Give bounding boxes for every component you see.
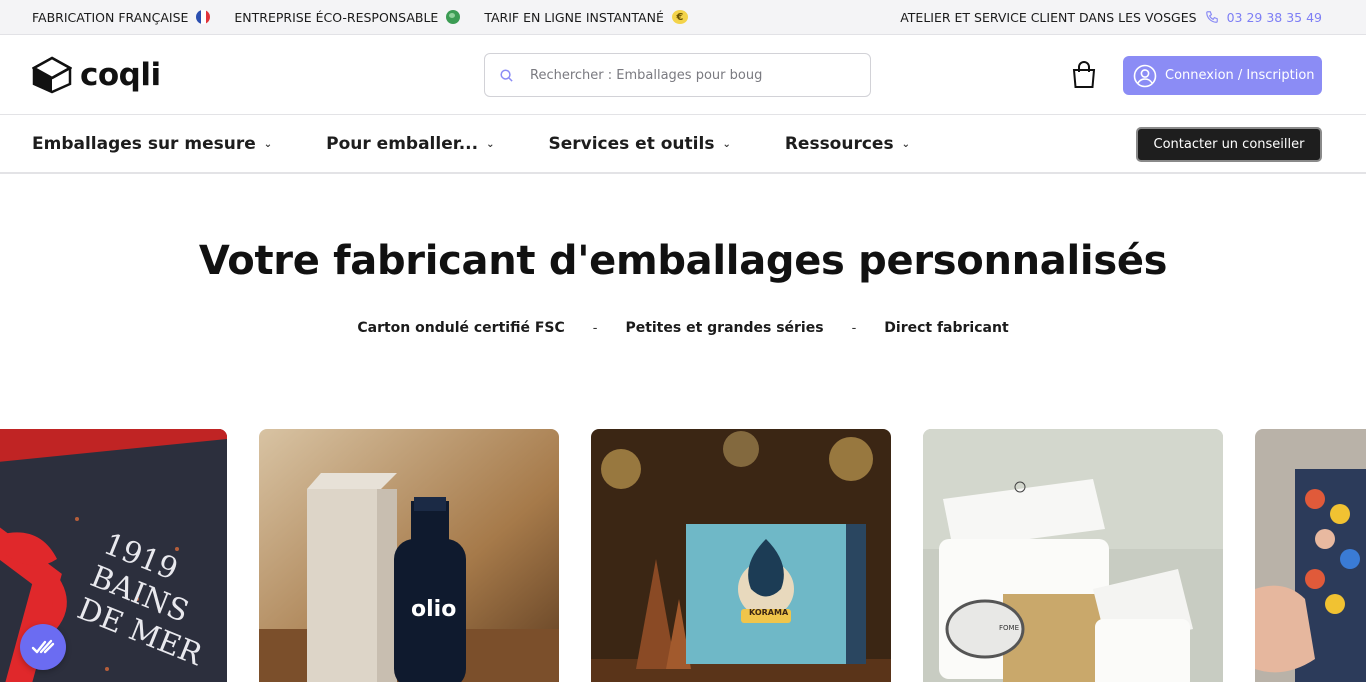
topbar-item-eco: ENTREPRISE ÉCO-RESPONSABLE (234, 9, 461, 25)
france-flag-icon (196, 10, 211, 24)
nav-item-pour-emballer[interactable]: Pour emballer... ⌄ (326, 134, 494, 154)
search-input[interactable] (530, 67, 850, 83)
tag-separator: - (851, 320, 857, 336)
phone-icon (1205, 11, 1218, 23)
nav-item-services[interactable]: Services et outils ⌄ (548, 134, 730, 154)
tag-direct: Direct fabricant (878, 320, 1014, 336)
tag-fsc: Carton ondulé certifié FSC (351, 320, 570, 336)
search-icon (500, 68, 513, 82)
nav-item-label: Pour emballer... (326, 134, 479, 154)
box-brand-text: KORAMA (749, 608, 789, 617)
gallery-image-olio[interactable]: olio (259, 429, 559, 682)
main-nav: Emballages sur mesure ⌄ Pour emballer...… (0, 115, 1366, 174)
chevron-down-icon: ⌄ (722, 138, 731, 150)
hero-title: Votre fabricant d'emballages personnalis… (198, 238, 1168, 284)
gallery-image-illustrated-box[interactable] (1255, 429, 1366, 682)
topbar-contact: ATELIER ET SERVICE CLIENT DANS LES VOSGE… (900, 10, 1322, 25)
topbar-item-label: ENTREPRISE ÉCO-RESPONSABLE (234, 9, 439, 25)
nav-item-label: Ressources (784, 134, 894, 154)
euro-icon: € (671, 10, 688, 24)
chevron-down-icon: ⌄ (263, 138, 273, 150)
gallery-image-fome[interactable]: FOME (923, 429, 1223, 682)
nav-item-label: Emballages sur mesure (32, 134, 256, 154)
box-brand-text: olio (411, 597, 457, 622)
top-info-bar: FABRICATION FRANÇAISE ENTREPRISE ÉCO-RES… (0, 0, 1366, 35)
floating-checklist-button[interactable] (20, 624, 66, 670)
topbar-item-label: FABRICATION FRANÇAISE (32, 9, 189, 25)
login-label: Connexion / Inscription (1165, 68, 1315, 83)
nav-item-emballages[interactable]: Emballages sur mesure ⌄ (32, 134, 272, 154)
topbar-item-fabrication: FABRICATION FRANÇAISE (32, 9, 211, 25)
topbar-item-label: TARIF EN LIGNE INSTANTANÉ (484, 9, 664, 25)
login-button[interactable]: Connexion / Inscription (1123, 56, 1322, 95)
tag-separator: - (592, 320, 598, 336)
double-check-icon (31, 639, 55, 654)
nav-item-label: Services et outils (548, 134, 715, 154)
shopping-bag-icon[interactable] (1071, 61, 1097, 89)
topbar-contact-label: ATELIER ET SERVICE CLIENT DANS LES VOSGE… (900, 9, 1197, 25)
hero-tags: Carton ondulé certifié FSC - Petites et … (0, 320, 1366, 336)
topbar-item-tarif: TARIF EN LIGNE INSTANTANÉ € (484, 10, 688, 25)
phone-link[interactable]: 03 29 38 35 49 (1227, 10, 1322, 25)
product-gallery: 1919 BAINS DE MER olio KORAMA FOME (0, 429, 1366, 682)
nav-item-ressources[interactable]: Ressources ⌄ (785, 134, 910, 154)
site-logo[interactable]: coqli (32, 56, 161, 94)
box-brand-text: FOME (999, 624, 1019, 632)
search-bar[interactable] (484, 53, 871, 97)
chevron-down-icon: ⌄ (901, 138, 910, 150)
globe-icon (446, 10, 461, 24)
user-icon (1133, 64, 1157, 87)
contact-advisor-button[interactable]: Contacter un conseiller (1136, 127, 1322, 162)
tag-series: Petites et grandes séries (619, 320, 829, 336)
gallery-image-korama[interactable]: KORAMA (591, 429, 891, 682)
cube-logo-icon (32, 56, 72, 94)
chevron-down-icon: ⌄ (486, 138, 495, 150)
logo-wordmark: coqli (80, 56, 161, 93)
site-header: coqli Connexion / Inscription (0, 35, 1366, 115)
